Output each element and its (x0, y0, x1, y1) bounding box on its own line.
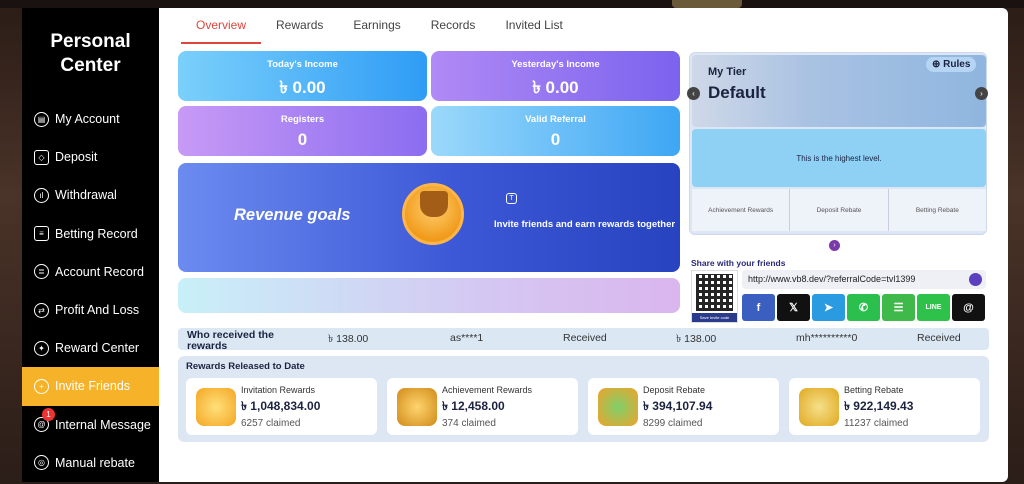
pager-dot[interactable]: › (829, 240, 840, 251)
chevron-right-icon[interactable]: › (975, 87, 988, 100)
yesterday-income-card: Yesterday's Income ৳ 0.00 (431, 51, 680, 101)
message-badge: 1 (42, 407, 55, 421)
share-panel: Share with your friends Save Invite code… (689, 256, 987, 326)
betting-rebate-col: Betting Rebate (915, 206, 959, 214)
coins-icon (799, 388, 839, 426)
invitation-rewards-card: Invitation Rewards ৳ 1,048,834.00 6257 c… (186, 378, 377, 435)
reward-center-icon: ✦ (34, 340, 49, 356)
tab-invited-list[interactable]: Invited List (490, 8, 577, 44)
sidebar-item-account-record[interactable]: ≣ Account Record (22, 253, 159, 291)
main-panel: Overview Rewards Earnings Records Invite… (159, 8, 1008, 482)
tab-overview[interactable]: Overview (181, 8, 262, 44)
today-income-card: Today's Income ৳ 0.00 (178, 51, 427, 101)
background-button (672, 0, 742, 8)
qr-code: Save Invite code (691, 270, 738, 323)
whatsapp-icon[interactable]: ✆ (847, 294, 880, 321)
sidebar-item-withdrawal[interactable]: ıl Withdrawal (22, 176, 159, 214)
sidebar-item-my-account[interactable]: ▤ My Account (22, 100, 159, 138)
rules-button[interactable]: ⊕ Rules (926, 57, 977, 72)
highest-level-text: This is the highest level. (692, 129, 986, 187)
ticker-amount-1: ৳ 138.00 (328, 333, 369, 345)
medal-icon (397, 388, 437, 426)
save-qr-button[interactable]: Save Invite code (692, 313, 737, 322)
sms-icon[interactable]: ☰ (882, 294, 915, 321)
invite-friends-icon: + (34, 378, 49, 394)
account-icon: ▤ (34, 111, 49, 127)
achievement-rewards-card: Achievement Rewards ৳ 12,458.00 374 clai… (387, 378, 578, 435)
sidebar-item-invite-friends[interactable]: + Invite Friends (22, 367, 159, 406)
tab-records[interactable]: Records (416, 8, 491, 44)
tab-rewards[interactable]: Rewards (261, 8, 338, 44)
line-icon[interactable]: LINE (917, 294, 950, 321)
social-buttons: f 𝕏 ➤ ✆ ☰ LINE @ (742, 294, 985, 321)
progress-banner (178, 278, 680, 313)
referral-link[interactable]: http://www.vb8.dev/?referralCode=tvl1399 (742, 270, 986, 289)
top-strip (0, 0, 1024, 8)
sidebar-item-betting-record[interactable]: ≡ Betting Record (22, 215, 159, 253)
x-icon[interactable]: 𝕏 (777, 294, 810, 321)
withdrawal-icon: ıl (34, 187, 49, 203)
account-record-icon: ≣ (34, 264, 49, 280)
telegram-icon[interactable]: ➤ (812, 294, 845, 321)
rewards-released: Rewards Released to Date Invitation Rewa… (178, 356, 989, 442)
tab-bar: Overview Rewards Earnings Records Invite… (181, 8, 578, 44)
sidebar-item-internal-message[interactable]: @ 1 Internal Message (22, 406, 159, 444)
threads-icon[interactable]: @ (952, 294, 985, 321)
revenue-goals-title: Revenue goals (234, 206, 351, 224)
info-icon[interactable]: T (506, 193, 517, 204)
revenue-goals-desc: Invite friends and earn rewards together (494, 219, 676, 230)
ticker-amount-2: ৳ 138.00 (676, 333, 717, 345)
sidebar-nav: ▤ My Account ◇ Deposit ıl Withdrawal ≡ B… (22, 100, 159, 482)
deposit-icon: ◇ (34, 149, 49, 165)
sidebar-item-reward-center[interactable]: ✦ Reward Center (22, 329, 159, 367)
manual-rebate-icon: ◎ (34, 455, 49, 471)
achievement-rewards-col: Achievement Rewards (692, 189, 791, 231)
sidebar-item-profit-loss[interactable]: ⇄ Profit And Loss (22, 291, 159, 329)
share-title: Share with your friends (691, 258, 786, 268)
registers-card: Registers 0 (178, 106, 427, 156)
sidebar-item-deposit[interactable]: ◇ Deposit (22, 138, 159, 176)
deposit-rebate-card: Deposit Rebate ৳ 394,107.94 8299 claimed (588, 378, 779, 435)
facebook-icon[interactable]: f (742, 294, 775, 321)
chevron-left-icon[interactable]: ‹ (687, 87, 700, 100)
rewards-released-title: Rewards Released to Date (186, 361, 305, 372)
star-hand-icon (196, 388, 236, 426)
valid-referral-card: Valid Referral 0 (431, 106, 680, 156)
ticker-user-1: as****1 (450, 332, 484, 344)
qr-pattern (696, 274, 733, 311)
betting-rebate-card: Betting Rebate ৳ 922,149.43 11237 claime… (789, 378, 980, 435)
betting-record-icon: ≡ (34, 226, 49, 242)
ticker-user-2: mh**********0 (796, 332, 858, 344)
sidebar-item-manual-rebate[interactable]: ◎ Manual rebate (22, 444, 159, 482)
tier-stats: Achievement Rewards Deposit Rebate Betti… (692, 189, 986, 231)
sidebar: Personal Center ▤ My Account ◇ Deposit ı… (22, 8, 159, 482)
revenue-goals-banner[interactable]: Revenue goals T Invite friends and earn … (178, 163, 680, 272)
money-bag-icon (598, 388, 638, 426)
ticker-title: Who received the rewards (187, 329, 274, 352)
sidebar-title: Personal Center (50, 31, 131, 76)
tier-panel: My Tier Default ⊕ Rules ‹ › This is the … (687, 52, 988, 235)
deposit-rebate-col: Deposit Rebate (790, 189, 889, 231)
ticker-status-1: Received (563, 332, 607, 344)
tab-earnings[interactable]: Earnings (338, 8, 415, 44)
profit-loss-icon: ⇄ (34, 302, 49, 318)
cup-icon (420, 191, 448, 217)
ticker-status-2: Received (917, 332, 961, 344)
tier-name: Default (708, 83, 766, 102)
rewards-ticker: Who received the rewards ৳ 138.00 as****… (178, 328, 989, 352)
copy-icon[interactable] (969, 273, 982, 286)
my-tier-label: My Tier (708, 66, 747, 78)
